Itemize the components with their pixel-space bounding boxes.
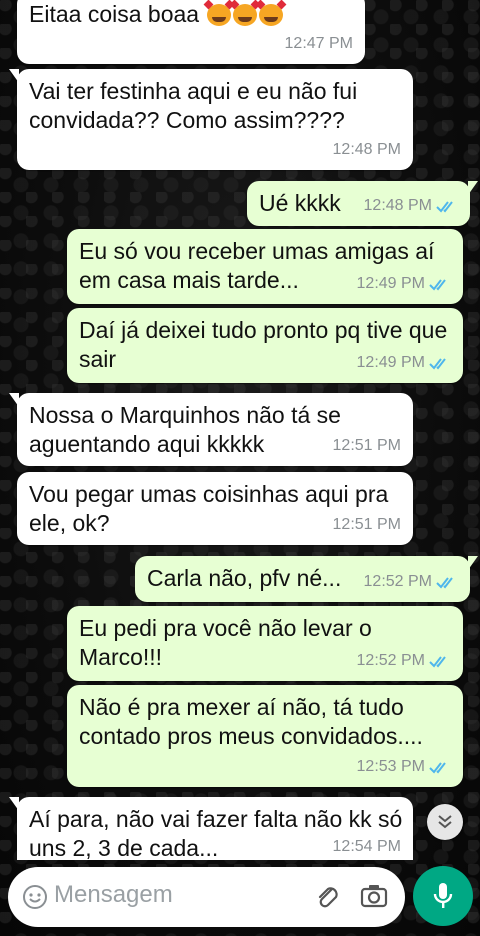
- chevron-double-down-icon: [438, 815, 452, 829]
- message-time: 12:48 PM: [332, 141, 401, 158]
- message-meta: 12:47 PM: [285, 29, 353, 58]
- message-text: Não é pra mexer aí não, tá tudo contado …: [79, 694, 423, 749]
- message-incoming[interactable]: Nossa o Marquinhos não tá se aguentando …: [9, 393, 413, 466]
- double-check-icon: [429, 357, 446, 370]
- message-outgoing[interactable]: Carla não, pfv né... 12:52 PM: [135, 556, 478, 602]
- message-meta: 12:49 PM: [357, 269, 451, 298]
- message-list[interactable]: Eitaa coisa boaa 12:47 PM Vai ter festin…: [0, 0, 480, 860]
- message-time: 12:54 PM: [332, 838, 401, 855]
- double-check-icon: [436, 576, 453, 589]
- message-text: Eu pedi pra você não levar o Marco!!!: [79, 615, 372, 670]
- message-meta: 12:49 PM: [357, 348, 451, 377]
- scroll-to-bottom-button[interactable]: [427, 804, 463, 840]
- double-check-icon: [429, 655, 446, 668]
- message-time: 12:53 PM: [356, 758, 425, 775]
- double-check-icon: [429, 761, 446, 774]
- message-outgoing[interactable]: Não é pra mexer aí não, tá tudo contado …: [67, 685, 463, 787]
- double-check-icon: [436, 200, 453, 213]
- message-time: 12:52 PM: [356, 652, 425, 669]
- message-time: 12:51 PM: [332, 437, 401, 454]
- message-meta: 12:54 PM: [333, 832, 401, 860]
- message-time: 12:49 PM: [356, 354, 425, 371]
- message-meta: 12:52 PM: [364, 567, 458, 596]
- message-incoming[interactable]: Aí para, não vai fazer falta não kk só u…: [9, 797, 413, 860]
- message-text: Vai ter festinha aqui e eu não fui convi…: [29, 78, 358, 133]
- camera-icon[interactable]: [360, 883, 388, 909]
- message-incoming[interactable]: Vai ter festinha aqui e eu não fui convi…: [9, 69, 413, 170]
- message-time: 12:49 PM: [356, 275, 425, 292]
- smiling-hearts-emoji-icon: [204, 0, 287, 27]
- message-time: 12:48 PM: [363, 197, 432, 214]
- message-meta: 12:53 PM: [357, 752, 451, 781]
- message-meta: 12:48 PM: [333, 135, 401, 164]
- message-time: 12:47 PM: [284, 35, 353, 52]
- double-check-icon: [429, 278, 446, 291]
- message-time: 12:52 PM: [363, 573, 432, 590]
- message-text: Ué kkkk: [259, 190, 341, 216]
- message-outgoing[interactable]: Daí já deixei tudo pronto pq tive que sa…: [67, 308, 463, 383]
- message-meta: 12:51 PM: [333, 510, 401, 539]
- microphone-icon: [433, 883, 453, 908]
- emoji-icon[interactable]: [22, 884, 48, 910]
- message-incoming[interactable]: Eitaa coisa boaa 12:47 PM: [17, 0, 365, 64]
- message-meta: 12:48 PM: [364, 191, 458, 220]
- message-composer[interactable]: Mensagem: [8, 867, 405, 927]
- message-text: Carla não, pfv né...: [147, 565, 342, 591]
- message-input[interactable]: Mensagem: [54, 881, 173, 909]
- message-outgoing[interactable]: Ué kkkk 12:48 PM: [247, 181, 478, 226]
- microphone-button[interactable]: [413, 866, 473, 926]
- message-meta: 12:52 PM: [357, 646, 451, 675]
- paperclip-icon[interactable]: [314, 883, 342, 911]
- message-text: Eitaa coisa boaa: [29, 1, 200, 27]
- message-outgoing[interactable]: Eu pedi pra você não levar o Marco!!! 12…: [67, 606, 463, 681]
- message-time: 12:51 PM: [332, 516, 401, 533]
- message-meta: 12:51 PM: [333, 431, 401, 460]
- message-incoming[interactable]: Vou pegar umas coisinhas aqui pra ele, o…: [17, 472, 413, 545]
- message-outgoing[interactable]: Eu só vou receber umas amigas aí em casa…: [67, 229, 463, 304]
- message-text: Nossa o Marquinhos não tá se aguentando …: [29, 402, 341, 457]
